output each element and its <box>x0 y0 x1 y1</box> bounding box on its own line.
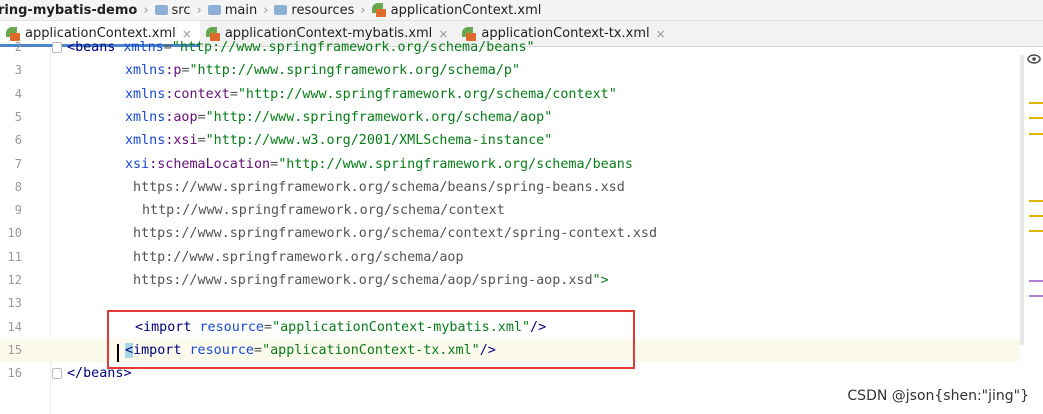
code-text: <import resource="applicationContext-tx.… <box>125 342 496 358</box>
line-number: 11 <box>7 249 22 264</box>
eye-icon[interactable] <box>1027 52 1041 66</box>
line-number: 2 <box>14 40 22 54</box>
code-text: <import resource="applicationContext-myb… <box>135 319 547 335</box>
code-text: xsi:schemaLocation="http://www.springfra… <box>125 156 633 172</box>
code-text: xmlns:aop="http://www.springframework.or… <box>125 109 553 125</box>
code-line[interactable]: 7 xsi:schemaLocation="http://www.springfr… <box>0 153 1020 176</box>
code-line[interactable]: 11 http://www.springframework.org/schema/… <box>0 246 1020 269</box>
breadcrumb: ring-mybatis-demo › src › main › resourc… <box>0 0 1043 21</box>
code-line[interactable]: 2 <beans xmlns="http://www.springframewor… <box>0 36 1020 59</box>
folder-icon <box>207 5 221 15</box>
watermark: CSDN @json{shen:"jing"} <box>847 388 1029 404</box>
code-line[interactable]: 13 <box>0 292 1020 315</box>
code-text: <beans xmlns="http://www.springframework… <box>67 40 535 55</box>
line-number: 10 <box>7 226 22 241</box>
line-number: 3 <box>14 63 22 78</box>
line-number: 14 <box>7 319 22 334</box>
line-number: 4 <box>14 86 22 101</box>
chevron-right-icon: › <box>263 2 269 18</box>
breadcrumb-item-project[interactable]: ring-mybatis-demo <box>0 3 141 18</box>
code-text: xmlns:context="http://www.springframewor… <box>125 86 617 102</box>
code-line[interactable]: 8 https://www.springframework.org/schema/… <box>0 176 1020 199</box>
code-line[interactable]: 4 xmlns:context="http://www.springframewo… <box>0 83 1020 106</box>
code-line[interactable]: 16 </beans> <box>0 362 1020 385</box>
code-text: xmlns:xsi="http://www.w3.org/2001/XMLSch… <box>125 133 553 149</box>
code-line[interactable]: 3 xmlns:p="http://www.springframework.org… <box>0 59 1020 82</box>
code-line[interactable]: 15 <import resource="applicationContext-t… <box>0 338 1020 363</box>
line-number: 5 <box>14 109 22 124</box>
spring-xml-icon <box>371 3 386 17</box>
folder-icon <box>154 5 168 15</box>
breadcrumb-item-file[interactable]: applicationContext.xml <box>368 3 546 18</box>
vertical-scrollbar[interactable] <box>1020 55 1024 345</box>
code-text: http://www.springframework.org/schema/ao… <box>133 249 464 265</box>
line-number: 15 <box>7 342 22 357</box>
breadcrumb-item-main[interactable]: main <box>204 3 261 18</box>
code-text: https://www.springframework.org/schema/a… <box>133 273 609 288</box>
chevron-right-icon: › <box>360 2 366 18</box>
code-line[interactable]: 14 <import resource="applicationContext-m… <box>0 316 1020 339</box>
chevron-right-icon: › <box>196 2 202 18</box>
breadcrumb-item-src[interactable]: src <box>151 3 195 18</box>
code-text: xmlns:p="http://www.springframework.org/… <box>125 63 521 79</box>
fold-marker-icon[interactable] <box>52 42 62 53</box>
text-caret <box>117 344 119 362</box>
code-text: </beans> <box>67 366 132 382</box>
code-text: https://www.springframework.org/schema/c… <box>133 226 658 242</box>
line-number: 6 <box>14 133 22 148</box>
fold-marker-icon[interactable] <box>52 368 62 380</box>
code-editor[interactable]: 2 <beans xmlns="http://www.springframewor… <box>0 40 1043 414</box>
code-line[interactable]: 6 xmlns:xsi="http://www.w3.org/2001/XMLSc… <box>0 129 1020 152</box>
line-number: 9 <box>14 203 22 218</box>
line-number: 7 <box>14 156 22 171</box>
line-number: 13 <box>7 296 22 311</box>
code-line[interactable]: 10 https://www.springframework.org/schema… <box>0 222 1020 245</box>
code-text: http://www.springframework.org/schema/co… <box>142 203 505 219</box>
breadcrumb-item-resources[interactable]: resources <box>270 3 358 18</box>
code-line[interactable]: 9 http://www.springframework.org/schema/c… <box>0 199 1020 222</box>
chevron-right-icon: › <box>143 2 149 18</box>
line-number: 12 <box>7 273 22 287</box>
code-line[interactable]: 5 xmlns:aop="http://www.springframework.o… <box>0 106 1020 129</box>
line-number: 16 <box>7 366 22 381</box>
line-number: 8 <box>14 179 22 194</box>
code-text: https://www.springframework.org/schema/b… <box>133 179 625 195</box>
scroll-marker-strip <box>1027 90 1043 330</box>
resources-folder-icon <box>274 5 288 15</box>
code-line[interactable]: 12 https://www.springframework.org/schema… <box>0 269 1020 292</box>
